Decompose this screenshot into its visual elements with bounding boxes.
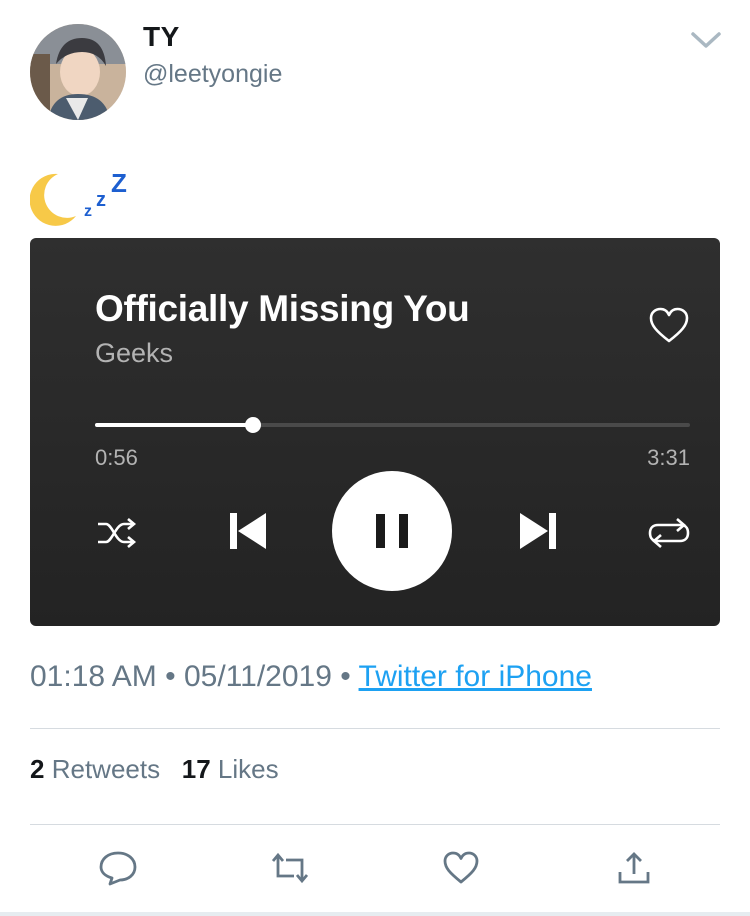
tweet-stats: 2 Retweets 17 Likes — [30, 754, 279, 785]
bottom-border — [0, 912, 750, 916]
chevron-down-icon[interactable] — [690, 30, 722, 50]
avatar[interactable] — [30, 24, 126, 120]
meta-separator: • — [340, 660, 351, 693]
like-count[interactable]: 17 — [182, 754, 211, 784]
retweet-icon[interactable] — [270, 850, 310, 886]
author-handle[interactable]: @leetyongie — [143, 60, 282, 89]
total-time: 3:31 — [647, 445, 690, 470]
svg-text:z: z — [96, 189, 106, 211]
skip-next-icon[interactable] — [516, 510, 560, 552]
like-label[interactable]: Likes — [218, 754, 279, 784]
share-icon[interactable] — [614, 850, 654, 886]
repeat-icon[interactable] — [647, 514, 691, 552]
progress-fill — [95, 423, 253, 427]
meta-separator: • — [165, 660, 176, 693]
author-name[interactable]: TY — [143, 21, 180, 53]
heart-icon[interactable] — [648, 306, 690, 344]
music-player-card[interactable]: Officially Missing You Geeks 0:56 3:31 — [30, 238, 720, 626]
progress-knob[interactable] — [244, 417, 261, 433]
divider — [30, 824, 720, 825]
svg-text:Z: Z — [111, 168, 127, 198]
avatar-image — [30, 24, 126, 120]
artist-name: Geeks — [95, 338, 174, 368]
retweet-label[interactable]: Retweets — [52, 754, 160, 784]
current-time: 0:56 — [95, 445, 138, 470]
tweet-source-link[interactable]: Twitter for iPhone — [359, 660, 592, 693]
shuffle-icon[interactable] — [96, 516, 138, 550]
moon-and-zzz-icon: z z Z — [30, 168, 127, 226]
song-title: Officially Missing You — [95, 288, 470, 329]
svg-text:z: z — [84, 203, 92, 220]
reply-icon[interactable] — [98, 850, 138, 886]
pause-icon — [376, 514, 408, 548]
retweet-count[interactable]: 2 — [30, 754, 44, 784]
tweet-time: 01:18 AM — [30, 660, 157, 693]
skip-previous-icon[interactable] — [226, 510, 270, 552]
tweet-date: 05/11/2019 — [183, 660, 332, 693]
like-icon[interactable] — [441, 850, 481, 886]
divider — [30, 728, 720, 729]
tweet-metadata: 01:18 AM • 05/11/2019 • Twitter for iPho… — [30, 660, 592, 694]
progress-track[interactable] — [95, 417, 690, 433]
pause-button[interactable] — [332, 471, 452, 591]
